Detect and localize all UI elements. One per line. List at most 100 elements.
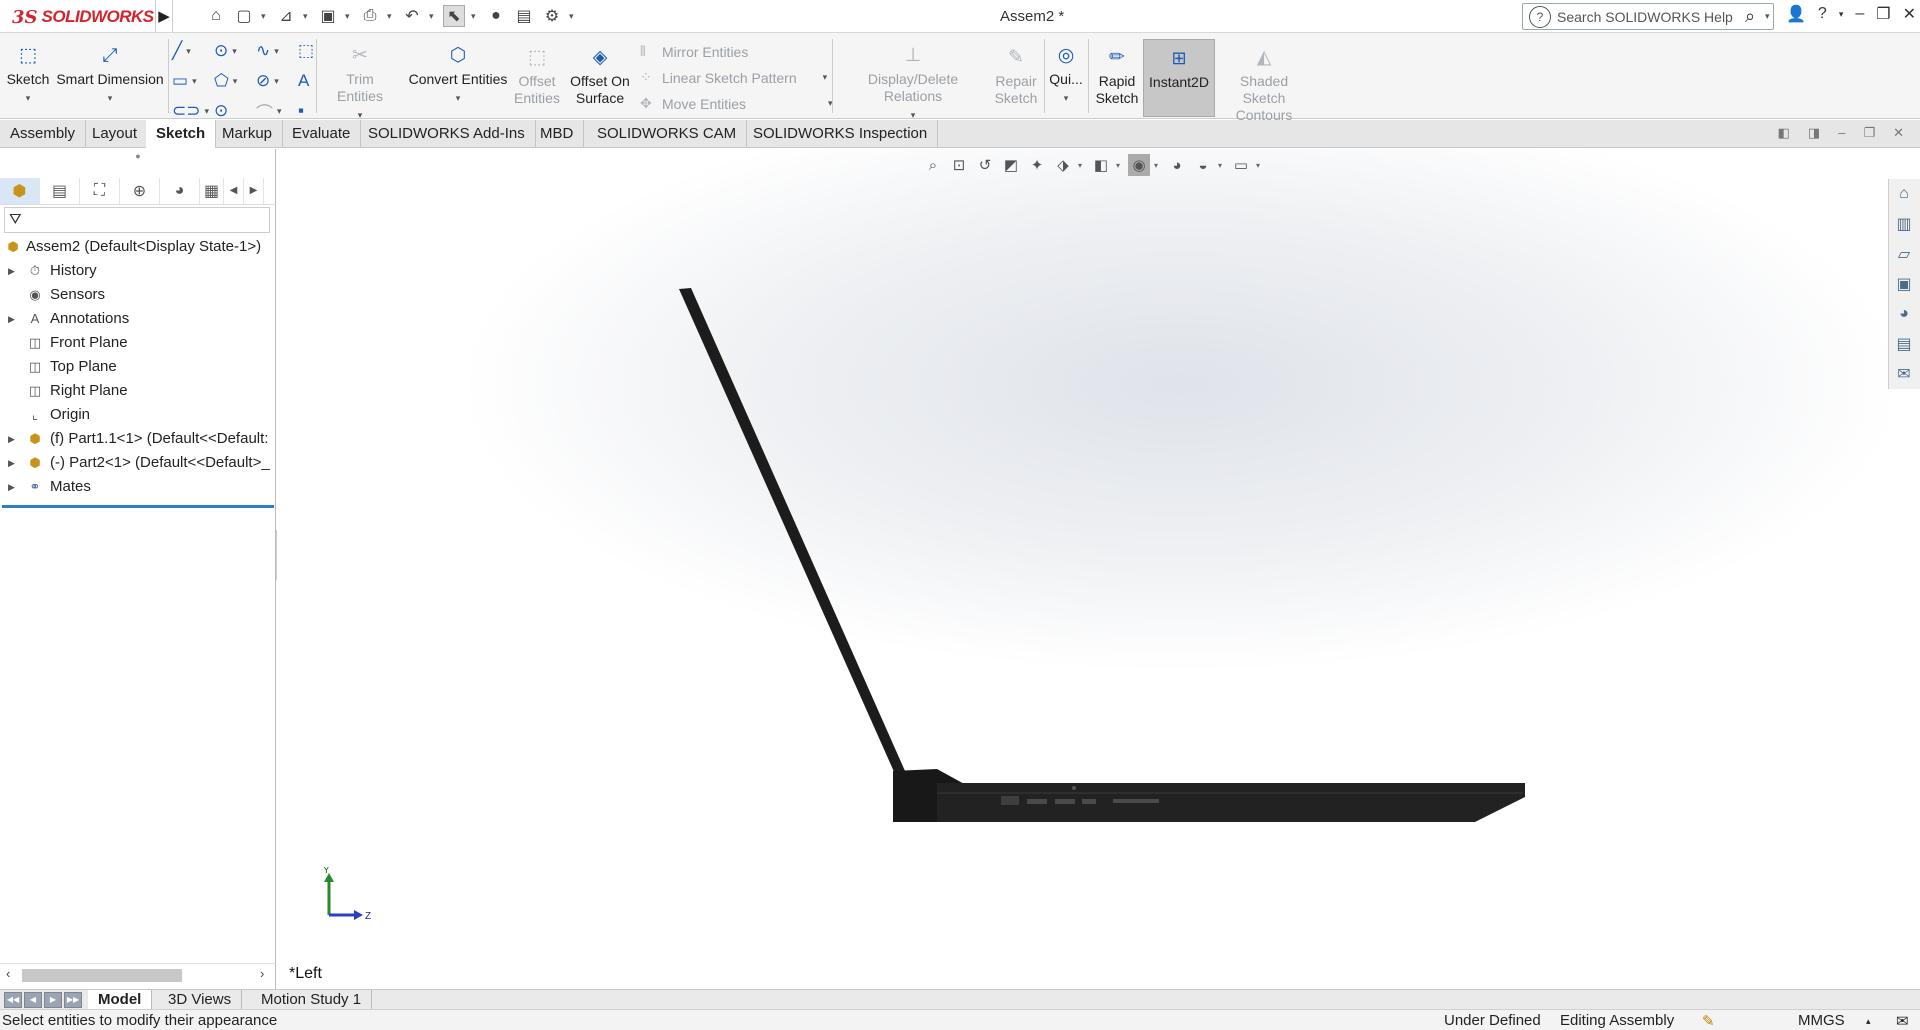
first-tab-icon[interactable]: ◀◀ xyxy=(4,992,22,1008)
laptop-lid[interactable] xyxy=(679,288,905,774)
apply-scene-icon[interactable]: ◒ xyxy=(1192,154,1214,176)
tree-node[interactable]: ▶ ⏱ History xyxy=(0,259,276,283)
expand-arrow-icon[interactable]: ▶ xyxy=(8,475,15,499)
select-caret-icon[interactable]: ▾ xyxy=(471,11,479,22)
tab-cam[interactable]: SOLIDWORKS CAM xyxy=(587,120,748,147)
cam-tab-icon[interactable]: ▦ xyxy=(200,177,224,204)
forum-icon[interactable]: ✉ xyxy=(1889,359,1919,389)
doc-restore-icon[interactable]: ❐ xyxy=(1863,125,1875,141)
convert-caret-icon[interactable]: ▾ xyxy=(406,90,510,107)
dimxpert-tab-icon[interactable]: ⊕ xyxy=(120,177,160,204)
sketch-caret-icon[interactable]: ▾ xyxy=(6,90,50,107)
expand-arrow-icon[interactable]: ▶ xyxy=(8,259,15,283)
help-icon[interactable]: ? xyxy=(1818,5,1827,23)
solidworks-resources-icon[interactable]: ⌂ xyxy=(1889,179,1919,209)
scroll-left-icon[interactable]: ‹ xyxy=(6,966,10,981)
ellipse-icon[interactable]: ⊘ ▾ xyxy=(256,71,298,91)
tree-node[interactable]: ◫ Right Plane xyxy=(0,379,276,403)
tab-3d-views[interactable]: 3D Views xyxy=(158,990,243,1010)
tab-inspection[interactable]: SOLIDWORKS Inspection xyxy=(743,120,939,147)
tree-root-assembly[interactable]: ⬢ Assem2 (Default<Display State-1>) xyxy=(0,235,276,259)
search-caret-icon[interactable]: ▾ xyxy=(1765,11,1773,22)
home-icon[interactable]: ⌂ xyxy=(205,5,227,27)
minimize-icon[interactable]: – xyxy=(1855,5,1864,23)
search-input[interactable]: Search SOLIDWORKS Help xyxy=(1557,9,1735,25)
tab-mbd[interactable]: MBD xyxy=(530,120,585,147)
options-caret-icon[interactable]: ▾ xyxy=(569,11,577,22)
quick-snaps-caret-icon[interactable]: ▾ xyxy=(1048,90,1084,107)
tooltip-toggle-icon[interactable]: ✉ xyxy=(1896,1012,1909,1030)
tab-layout[interactable]: Layout xyxy=(82,120,149,147)
point-icon[interactable]: ⊙ xyxy=(214,101,256,121)
offset-on-surface-button[interactable]: ◈ Offset On Surface xyxy=(566,41,634,107)
open-icon[interactable]: ⊿ xyxy=(275,5,297,27)
save-icon[interactable]: ▣ xyxy=(317,5,339,27)
display-style-icon[interactable]: ◧ xyxy=(1090,154,1112,176)
solidworks-logo[interactable]: 3S SOLIDWORKS xyxy=(12,4,154,30)
tabs-left-arrow-icon[interactable]: ◀ xyxy=(224,177,244,204)
restore-icon[interactable]: ❐ xyxy=(1876,4,1890,24)
expand-arrow-icon[interactable]: ▶ xyxy=(8,307,15,331)
save-caret-icon[interactable]: ▾ xyxy=(345,11,353,22)
view-settings-caret-icon[interactable]: ▾ xyxy=(1256,161,1264,170)
shaded-sketch-contours-button[interactable]: ◭ Shaded Sketch Contours xyxy=(1218,41,1310,124)
feature-manager-tab-icon[interactable]: ⬢ xyxy=(0,177,40,204)
units-caret-icon[interactable]: ▴ xyxy=(1866,1016,1871,1027)
design-library-icon[interactable]: ▥ xyxy=(1889,209,1919,239)
display-manager-tab-icon[interactable]: ◕ xyxy=(160,177,200,204)
select-pointer-icon[interactable]: ⬉ xyxy=(443,5,465,27)
last-tab-icon[interactable]: ▶▶ xyxy=(64,992,82,1008)
tab-evaluate[interactable]: Evaluate xyxy=(282,120,362,147)
tree-node[interactable]: ◫ Front Plane xyxy=(0,331,276,355)
view-orientation-icon[interactable]: ⬗ xyxy=(1052,154,1074,176)
display-delete-relations-button[interactable]: ⊥ Display/Delete Relations ▾ xyxy=(838,39,988,124)
custom-properties-icon[interactable]: ▤ xyxy=(1889,329,1919,359)
dock-right-icon[interactable]: ◨ xyxy=(1808,125,1820,141)
print-caret-icon[interactable]: ▾ xyxy=(387,11,395,22)
spline-icon[interactable]: ∿ ▾ xyxy=(256,41,298,61)
expand-arrow-icon[interactable]: ▶ xyxy=(8,451,15,475)
linear-sketch-pattern-button[interactable]: ⁘ Linear Sketch Pattern ▾ xyxy=(640,69,827,86)
tab-addins[interactable]: SOLIDWORKS Add-Ins xyxy=(358,120,536,147)
new-document-icon[interactable]: ▢ xyxy=(233,5,255,27)
dock-left-icon[interactable]: ◧ xyxy=(1778,125,1790,141)
tree-node[interactable]: ◉ Sensors xyxy=(0,283,276,307)
tree-node[interactable]: ⌞ Origin xyxy=(0,403,276,427)
appearances-icon[interactable]: ◕ xyxy=(1889,299,1919,329)
traffic-light-icon[interactable]: ● xyxy=(485,5,507,27)
search-box[interactable]: ? Search SOLIDWORKS Help ⌕ ▾ xyxy=(1522,3,1774,30)
property-manager-tab-icon[interactable]: ▤ xyxy=(40,177,80,204)
print-icon[interactable]: ⎙ xyxy=(359,5,381,27)
units-system[interactable]: MMGS xyxy=(1798,1012,1845,1029)
sketch-button[interactable]: ⬚ Sketch ▾ xyxy=(6,39,50,107)
next-tab-icon[interactable]: ▶ xyxy=(44,992,62,1008)
trim-entities-button[interactable]: ✂ Trim Entities ▾ xyxy=(322,39,398,124)
repair-sketch-button[interactable]: ✎ Repair Sketch xyxy=(992,41,1040,107)
tree-horizontal-scrollbar[interactable]: ‹ › xyxy=(0,963,276,985)
tree-node[interactable]: ▶ A Annotations xyxy=(0,307,276,331)
tree-node[interactable]: ▶ ⬢ (-) Part2<1> (Default<<Default>_ xyxy=(0,451,276,475)
zoom-to-area-icon[interactable]: ⊡ xyxy=(948,154,970,176)
line-icon[interactable]: ╱ ▾ xyxy=(172,41,214,61)
help-caret-icon[interactable]: ▾ xyxy=(1839,9,1844,20)
new-caret-icon[interactable]: ▾ xyxy=(261,11,269,22)
offset-entities-button[interactable]: ⬚ Offset Entities xyxy=(514,41,560,107)
tabs-right-arrow-icon[interactable]: ▶ xyxy=(244,177,264,204)
display-style-caret-icon[interactable]: ▾ xyxy=(1116,161,1124,170)
rapid-sketch-button[interactable]: ✏ Rapid Sketch xyxy=(1094,41,1140,107)
doc-minimize-icon[interactable]: – xyxy=(1838,125,1845,141)
view-settings-icon[interactable]: ▭ xyxy=(1230,154,1252,176)
slot-icon[interactable]: ⊂⊃ ▾ xyxy=(172,101,214,121)
tab-model[interactable]: Model xyxy=(88,990,153,1010)
tab-motion-study[interactable]: Motion Study 1 xyxy=(251,990,373,1010)
tree-node[interactable]: ◫ Top Plane xyxy=(0,355,276,379)
tree-node[interactable]: ▶ ⚭ Mates xyxy=(0,475,276,499)
instant2d-button[interactable]: ⊞ Instant2D xyxy=(1143,39,1215,117)
graphics-area[interactable]: ⌕ ⊡ ↺ ◩ ✦ ⬗ ▾ ◧ ▾ ◉ ▾ ◕ ◒ ▾ ▭ ▾ ⌂ ▥ ▱ ▣ ◕ ▤ ✉… xyxy=(277,149,1920,989)
rollback-bar[interactable] xyxy=(2,505,274,508)
configuration-manager-tab-icon[interactable]: ⛶ xyxy=(80,177,120,204)
scroll-right-icon[interactable]: › xyxy=(260,966,264,981)
edit-appearance-icon[interactable]: ◕ xyxy=(1166,154,1188,176)
laptop-model[interactable] xyxy=(277,149,1920,989)
rebuild-icon[interactable]: ✎ xyxy=(1702,1012,1715,1030)
